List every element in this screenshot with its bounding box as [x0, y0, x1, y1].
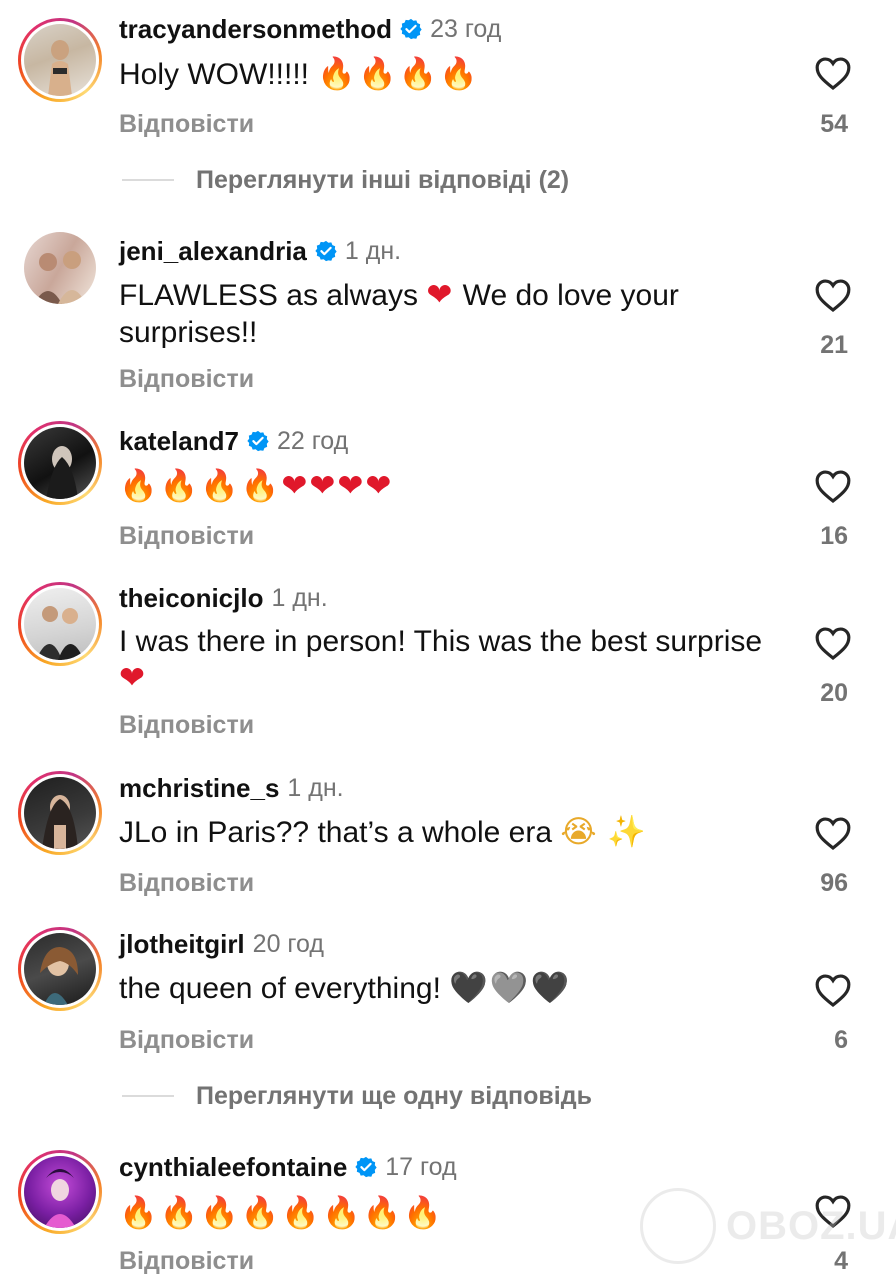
- timestamp: 1 дн.: [344, 236, 402, 265]
- verified-badge-icon: [400, 18, 422, 40]
- black-heart-emoji-icon: 🖤: [449, 970, 490, 1006]
- watermark-text: OBOZ.UA: [726, 1203, 896, 1248]
- heart-like-icon[interactable]: [814, 972, 852, 1008]
- fire-emoji-icon: 🔥🔥🔥🔥🔥🔥🔥🔥: [119, 1195, 444, 1231]
- comment-text: 🔥🔥🔥🔥❤❤❤❤: [119, 468, 779, 505]
- avatar[interactable]: [18, 226, 102, 310]
- like-count: 54: [820, 110, 848, 138]
- grey-heart-emoji-icon: 🩶: [489, 970, 531, 1006]
- red-heart-emoji-icon: ❤: [426, 277, 455, 313]
- verified-badge-icon: [355, 1156, 377, 1178]
- comment-body: the queen of everything!: [119, 972, 441, 1005]
- timestamp: 17 год: [385, 1152, 457, 1181]
- like-count: 20: [820, 679, 848, 707]
- reply-button[interactable]: Відповісти: [119, 869, 254, 898]
- reply-button[interactable]: Відповісти: [119, 1247, 254, 1276]
- red-heart-emoji-icon: ❤❤❤❤: [281, 468, 394, 504]
- black-heart-emoji-icon: 🖤: [530, 970, 572, 1006]
- reply-button[interactable]: Відповісти: [119, 1026, 254, 1055]
- heart-like-icon[interactable]: [814, 55, 852, 91]
- verified-badge-icon: [247, 430, 269, 452]
- comment-text: JLo in Paris?? that’s a whole era 😭 ✨: [119, 814, 779, 851]
- view-more-replies-button[interactable]: Переглянути інші відповіді (2): [122, 165, 569, 195]
- avatar[interactable]: [18, 421, 102, 505]
- verified-badge-icon: [315, 240, 337, 262]
- divider-line: [122, 1095, 174, 1097]
- avatar[interactable]: [18, 18, 102, 102]
- comment-header: kateland7 22 год: [119, 424, 348, 458]
- avatar[interactable]: [18, 771, 102, 855]
- avatar[interactable]: [18, 927, 102, 1011]
- watermark: OBOZ.UA: [640, 1188, 896, 1264]
- timestamp: 22 год: [276, 426, 349, 455]
- fire-emoji-icon: 🔥🔥🔥🔥: [317, 56, 480, 92]
- avatar[interactable]: [18, 1150, 102, 1234]
- crying-face-emoji-icon: 😭: [560, 814, 599, 850]
- comment-body: I was there in person! This was the best…: [119, 625, 763, 658]
- heart-like-icon[interactable]: [814, 277, 852, 313]
- comment-text: the queen of everything! 🖤🩶🖤: [119, 970, 779, 1007]
- comment-body: Holy WOW!!!!!: [119, 58, 309, 91]
- username[interactable]: cynthialeefontaine: [119, 1152, 347, 1183]
- heart-like-icon[interactable]: [814, 625, 852, 661]
- comment-text: I was there in person! This was the best…: [119, 623, 779, 697]
- username[interactable]: tracyandersonmethod: [119, 14, 392, 45]
- like-count: 16: [820, 522, 848, 550]
- timestamp: 23 год: [430, 14, 502, 43]
- sparkles-emoji-icon: ✨: [606, 814, 648, 850]
- comment-text: Holy WOW!!!!! 🔥🔥🔥🔥: [119, 56, 779, 93]
- reply-button[interactable]: Відповісти: [119, 522, 254, 551]
- like-count: 6: [834, 1026, 848, 1054]
- comment-header: jeni_alexandria 1 дн.: [119, 234, 401, 268]
- heart-like-icon[interactable]: [814, 468, 852, 504]
- red-heart-emoji-icon: ❤: [119, 660, 147, 696]
- comment-body: FLAWLESS as always: [119, 279, 418, 312]
- divider-line: [122, 179, 174, 181]
- timestamp: 20 год: [252, 929, 324, 958]
- like-count: 21: [820, 331, 848, 359]
- reply-button[interactable]: Відповісти: [119, 365, 254, 394]
- comment-header: mchristine_s 1 дн.: [119, 771, 344, 805]
- heart-like-icon[interactable]: [814, 815, 852, 851]
- timestamp: 1 дн.: [271, 583, 328, 612]
- username[interactable]: jlotheitgirl: [119, 929, 245, 960]
- fire-emoji-icon: 🔥🔥🔥🔥: [119, 468, 282, 504]
- like-count: 96: [820, 869, 848, 897]
- avatar[interactable]: [18, 582, 102, 666]
- comment-header: cynthialeefontaine 17 год: [119, 1150, 457, 1184]
- reply-button[interactable]: Відповісти: [119, 110, 254, 139]
- comment-body: JLo in Paris?? that’s a whole era: [119, 816, 553, 849]
- comment-header: jlotheitgirl 20 год: [119, 927, 324, 961]
- username[interactable]: jeni_alexandria: [119, 236, 307, 267]
- view-more-replies-button[interactable]: Переглянути ще одну відповідь: [122, 1081, 592, 1111]
- username[interactable]: theiconicjlo: [119, 583, 263, 614]
- comment-text: FLAWLESS as always ❤ We do love your sur…: [119, 277, 779, 351]
- username[interactable]: mchristine_s: [119, 773, 279, 804]
- comment-header: tracyandersonmethod 23 год: [119, 12, 501, 46]
- reply-button[interactable]: Відповісти: [119, 711, 254, 740]
- view-more-replies-label: Переглянути інші відповіді (2): [196, 165, 570, 194]
- username[interactable]: kateland7: [119, 426, 239, 457]
- watermark-logo-icon: [640, 1188, 716, 1264]
- view-more-replies-label: Переглянути ще одну відповідь: [196, 1081, 592, 1110]
- comment-header: theiconicjlo 1 дн.: [119, 581, 328, 615]
- timestamp: 1 дн.: [287, 773, 344, 802]
